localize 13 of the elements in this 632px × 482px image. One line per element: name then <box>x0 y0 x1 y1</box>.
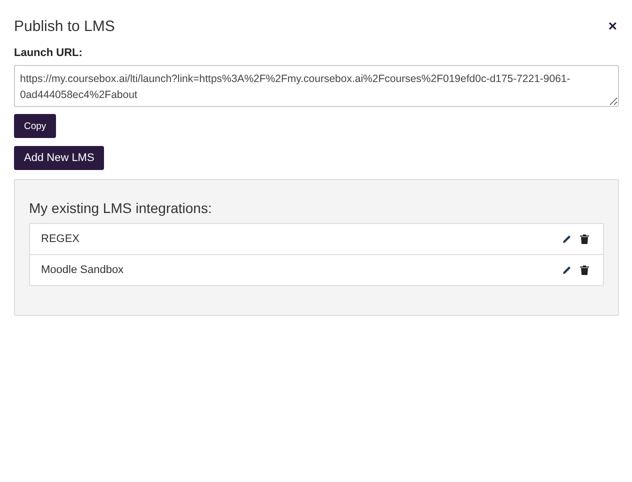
trash-icon[interactable] <box>580 265 589 275</box>
section-heading: My existing LMS integrations: <box>29 200 213 216</box>
integration-name: Moodle Sandbox <box>41 264 125 276</box>
field-label: Launch URL: <box>14 47 84 59</box>
pencil-icon[interactable] <box>562 234 572 244</box>
pencil-icon[interactable] <box>562 265 572 275</box>
url-field[interactable]: https://my.coursebox.ai/lti/launch?link=https%3A%2F%2Fmy.coursebox.ai%2Fcourses%2F019efd0c-d175-7221-9061-0ad444058ec4%2Fabout <box>14 65 619 107</box>
integration-name: REGEX <box>41 233 81 245</box>
add-lms-button[interactable]: Add New LMS <box>14 146 104 170</box>
copy-button[interactable]: Copy <box>14 114 56 138</box>
dialog-title: Publish to LMS <box>14 18 115 35</box>
close-button[interactable]: × <box>606 19 619 34</box>
trash-icon[interactable] <box>580 234 589 244</box>
